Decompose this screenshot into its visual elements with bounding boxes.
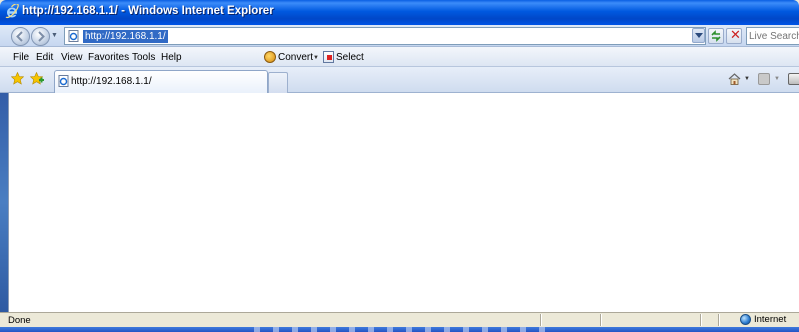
forward-button[interactable] — [31, 27, 50, 46]
security-zone-label: Internet — [754, 314, 787, 325]
tab-label: http://192.168.1.1/ — [71, 76, 152, 87]
refresh-icon — [711, 30, 721, 42]
feeds-dropdown-icon[interactable]: ▼ — [774, 76, 780, 82]
browser-window: http://192.168.1.1/ - Windows Internet E… — [0, 0, 799, 332]
internet-explorer-icon — [5, 4, 19, 19]
favorites-center-star-icon[interactable] — [11, 72, 24, 85]
address-field[interactable]: http://192.168.1.1/ — [64, 27, 706, 45]
address-dropdown-button[interactable] — [692, 28, 705, 43]
print-icon[interactable] — [788, 73, 799, 85]
convert-label: Convert — [278, 51, 314, 63]
status-divider — [600, 314, 602, 326]
status-text: Done — [8, 315, 31, 326]
status-bar: Done Internet — [0, 312, 799, 327]
close-icon: ✕ — [730, 28, 741, 43]
quick-launch-icons — [248, 327, 556, 332]
menu-tools[interactable]: Tools — [132, 52, 155, 63]
tab-bar: http://192.168.1.1/ ▼ ▼ — [0, 67, 799, 93]
refresh-button[interactable] — [708, 28, 724, 44]
desktop-background-strip — [0, 93, 8, 312]
home-dropdown-icon[interactable]: ▼ — [744, 76, 750, 82]
chevron-down-icon — [695, 33, 703, 38]
menu-favorites[interactable]: Favorites — [88, 52, 129, 63]
stop-button[interactable]: ✕ — [726, 28, 742, 44]
page-icon — [68, 30, 79, 42]
address-toolbar: ▼ http://192.168.1.1/ ✕ — [0, 25, 799, 47]
feeds-icon[interactable] — [758, 73, 770, 85]
menu-help[interactable]: Help — [161, 52, 182, 63]
menu-view[interactable]: View — [61, 52, 83, 63]
status-divider — [540, 314, 542, 326]
search-input[interactable] — [749, 30, 799, 43]
convert-dropdown-icon[interactable]: ▼ — [313, 55, 319, 61]
title-bar[interactable]: http://192.168.1.1/ - Windows Internet E… — [0, 0, 799, 25]
status-divider — [718, 314, 720, 326]
page-content[interactable] — [8, 93, 799, 312]
tab-active[interactable]: http://192.168.1.1/ — [54, 70, 268, 93]
home-icon[interactable] — [728, 73, 741, 85]
select-button[interactable]: Select — [323, 50, 364, 64]
menu-file[interactable]: File — [13, 52, 29, 63]
globe-icon — [740, 314, 751, 325]
page-icon — [58, 75, 69, 87]
select-icon — [323, 51, 334, 63]
add-to-favorites-icon[interactable] — [30, 72, 44, 85]
back-button[interactable] — [11, 27, 30, 46]
window-title: http://192.168.1.1/ - Windows Internet E… — [22, 5, 274, 17]
convert-icon — [264, 51, 276, 63]
security-zone[interactable]: Internet — [740, 314, 786, 325]
recent-pages-dropdown-icon[interactable]: ▼ — [51, 32, 58, 39]
menu-bar: File Edit View Favorites Tools Help Conv… — [0, 47, 799, 67]
convert-button[interactable]: Convert — [264, 50, 313, 64]
menu-edit[interactable]: Edit — [36, 52, 53, 63]
arrow-left-icon — [16, 31, 23, 42]
address-url[interactable]: http://192.168.1.1/ — [83, 30, 168, 43]
select-label: Select — [336, 51, 364, 63]
status-divider — [700, 314, 702, 326]
search-field[interactable] — [746, 27, 799, 45]
arrow-right-icon — [38, 31, 45, 42]
new-tab-button[interactable] — [268, 72, 288, 93]
